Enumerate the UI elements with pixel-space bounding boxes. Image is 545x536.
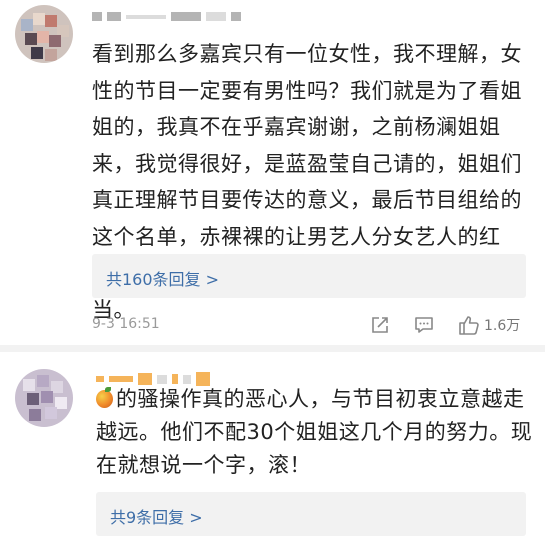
comment-divider — [0, 345, 545, 352]
share-icon — [372, 317, 388, 333]
comment-icon — [415, 317, 433, 333]
comment-item: 的骚操作真的恶心人，与节目初衷立意越走越远。他们不配30个姐姐这几个月的努力。现… — [0, 352, 545, 536]
comment-text-content: 的骚操作真的恶心人，与节目初衷立意越走越远。他们不配30个姐姐这几个月的努力。现… — [96, 387, 533, 477]
share-button[interactable] — [370, 312, 390, 338]
thumbs-up-icon — [459, 316, 479, 335]
comment-item: 看到那么多嘉宾只有一位女性，我不理解，女性的节目一定要有男性吗？我们就是为了看姐… — [0, 0, 545, 345]
view-replies-link[interactable]: 共9条回复 > — [110, 504, 203, 528]
view-replies-link[interactable]: 共160条回复 > — [106, 266, 219, 290]
replies-box[interactable]: 共160条回复 > — [92, 254, 526, 298]
comment-meta: 9-3 16:51 1.6万 — [92, 312, 532, 338]
mango-emoji — [96, 387, 113, 408]
timestamp: 9-3 16:51 — [92, 316, 160, 332]
avatar[interactable] — [15, 369, 73, 427]
comment-button[interactable] — [414, 312, 434, 338]
like-button[interactable]: 1.6万 — [458, 312, 520, 338]
comment-text: 的骚操作真的恶心人，与节目初衷立意越走越远。他们不配30个姐姐这几个月的努力。现… — [96, 383, 536, 482]
replies-box[interactable]: 共9条回复 > — [96, 492, 526, 536]
username-blurred[interactable] — [92, 12, 241, 21]
avatar[interactable] — [15, 5, 73, 63]
like-count: 1.6万 — [484, 318, 521, 334]
